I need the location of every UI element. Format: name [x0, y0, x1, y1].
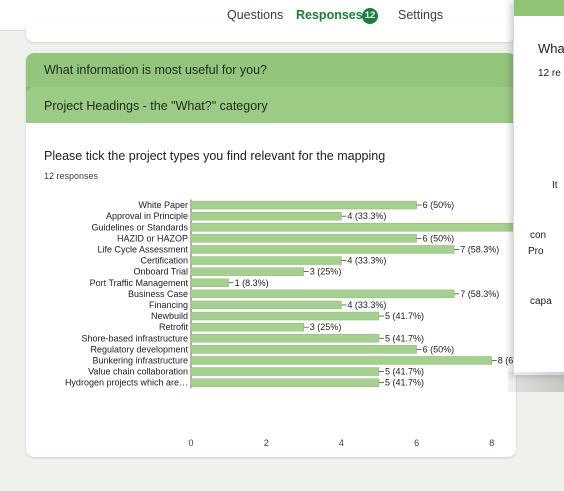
bar: [190, 211, 342, 221]
data-label: 4 (33.3%): [347, 211, 386, 221]
data-label: 6 (50%): [423, 233, 455, 243]
bar: [190, 278, 229, 287]
bar: [190, 245, 455, 254]
category-label: Business Case: [128, 289, 188, 299]
bar: [190, 223, 516, 232]
previous-card-edge: [26, 24, 516, 42]
category-label: Hydrogen projects which are…: [65, 378, 188, 388]
panel-shadow: [508, 372, 564, 392]
category-label: Approval in Principle: [106, 211, 188, 221]
panel-text: It: [552, 180, 558, 191]
bar: [190, 267, 305, 276]
panel-header: [514, 0, 564, 16]
panel-text: capa: [530, 296, 552, 307]
data-label: 1 (8.3%): [235, 278, 269, 288]
data-label: 6 (50%): [423, 200, 455, 210]
panel-responses-text: 12 re: [538, 68, 561, 79]
data-label: 4 (33.3%): [347, 256, 386, 266]
bar: [190, 356, 492, 365]
data-label: 5 (41.7%): [385, 378, 424, 388]
bar: [190, 334, 380, 343]
category-label: Newbuild: [151, 311, 188, 321]
data-label: 5 (41.7%): [385, 333, 424, 343]
data-label: 5 (41.7%): [385, 311, 424, 321]
data-label: 7 (58.3%): [460, 244, 499, 254]
bar-chart: White Paper 6 (50%) Approval in Principle 4…: [65, 199, 516, 448]
bar: [190, 311, 380, 321]
data-label: 5 (41.7%): [385, 367, 424, 377]
category-label: Life Cycle Assessment: [97, 244, 188, 254]
data-label: 6 (50%): [423, 344, 455, 354]
category-label: Port Traffic Management: [90, 278, 189, 288]
category-label: Financing: [149, 300, 188, 310]
category-label: Retrofit: [159, 322, 189, 332]
x-tick-label: 4: [339, 438, 344, 448]
x-tick-label: 0: [188, 438, 193, 448]
category-label: Value chain collaboration: [88, 367, 188, 377]
data-label: 7 (58.3%): [460, 289, 499, 299]
bar: [190, 200, 417, 210]
panel-text: con: [530, 230, 547, 241]
bar: [190, 289, 455, 299]
tab-responses[interactable]: Responses: [296, 8, 363, 22]
data-label: 3 (25%): [310, 322, 342, 332]
panel-text: Pro: [528, 246, 544, 257]
response-detail-panel: Wha 12 re It con Pro capa: [513, 0, 564, 375]
question-card: What information is most useful for you?…: [26, 53, 516, 457]
category-label: Onboard Trial: [133, 267, 188, 277]
bar: [190, 367, 380, 376]
category-label: Regulatory development: [90, 344, 188, 354]
bar: [190, 256, 342, 265]
x-tick-label: 6: [414, 438, 419, 448]
category-label: Certification: [140, 256, 188, 266]
category-label: White Paper: [138, 200, 188, 210]
bar: [190, 378, 380, 387]
tab-settings[interactable]: Settings: [398, 8, 443, 22]
x-tick-label: 2: [264, 438, 269, 448]
category-label: Guidelines or Standards: [91, 222, 188, 232]
category-label: HAZID or HAZOP: [117, 233, 188, 243]
bar: [190, 345, 417, 354]
x-tick-label: 8: [489, 438, 494, 448]
panel-title-text: Wha: [538, 41, 564, 56]
bar: [190, 322, 305, 332]
bar: [190, 234, 417, 243]
responses-count-badge: 12: [362, 8, 378, 24]
category-label: Shore-based infrastructure: [81, 333, 188, 343]
bar: [190, 300, 342, 310]
data-label: 4 (33.3%): [347, 300, 386, 310]
data-label: 3 (25%): [310, 267, 342, 277]
tab-questions[interactable]: Questions: [227, 8, 283, 22]
category-label: Bunkering infrastructure: [92, 355, 188, 365]
